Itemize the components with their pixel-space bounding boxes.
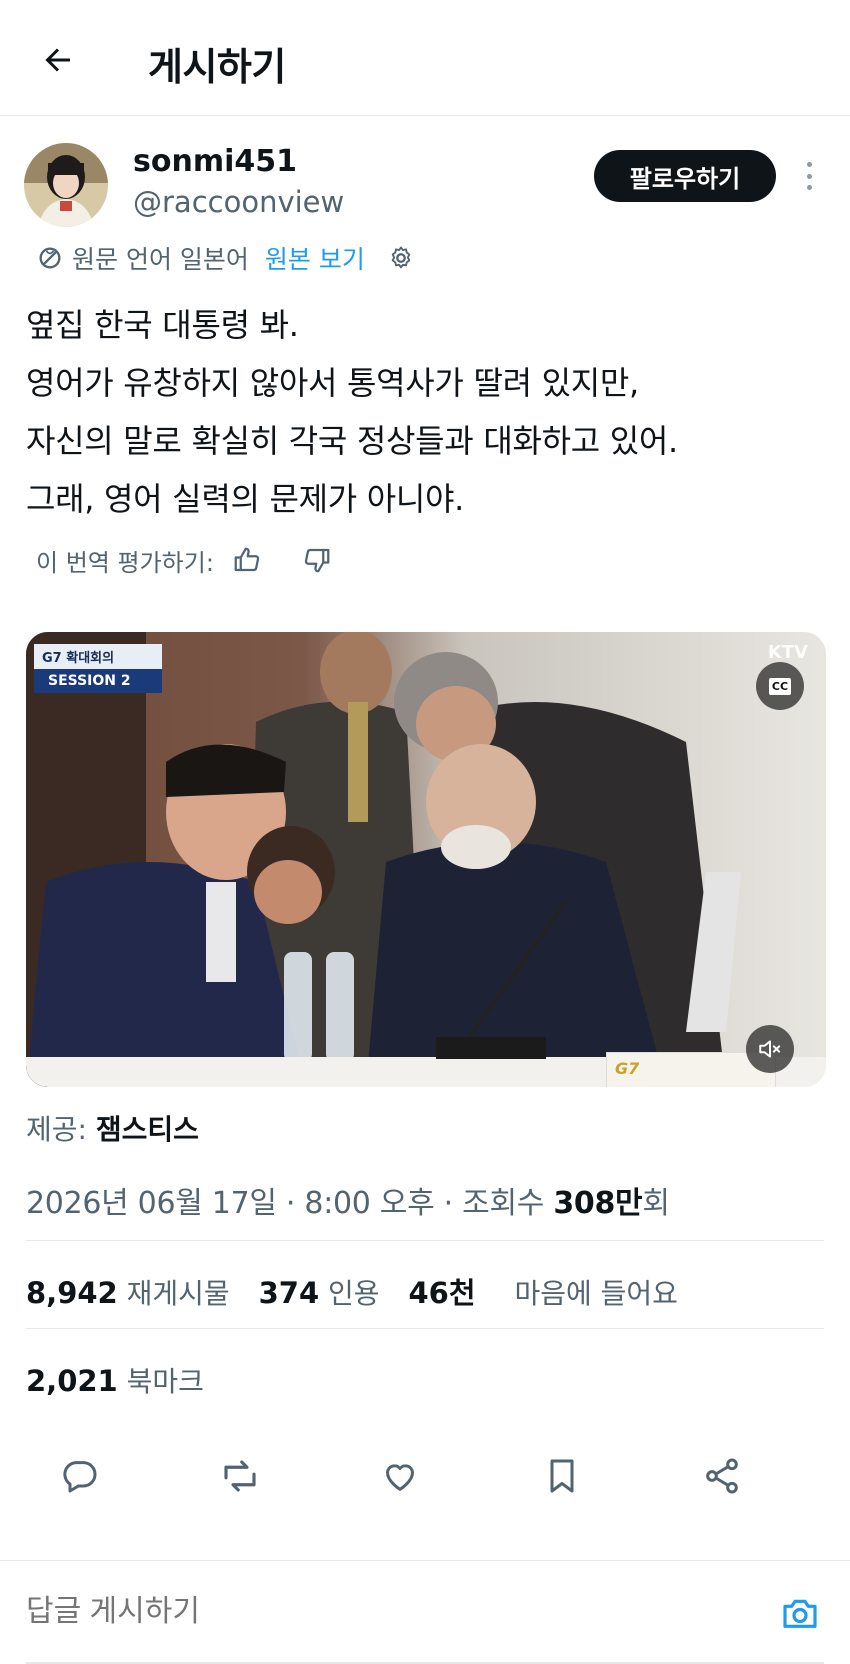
meta-separator: · [285, 1186, 305, 1221]
more-options-button[interactable] [797, 156, 821, 196]
likes-count: 46천 [408, 1276, 476, 1310]
thumbs-down-icon[interactable] [302, 545, 332, 575]
media-source: 제공: 잼스티스 [26, 1108, 199, 1148]
reply-icon [63, 1461, 97, 1493]
show-original-link[interactable]: 원본 보기 [265, 240, 365, 276]
tweet-line: 자신의 말로 확실히 각국 정상들과 대화하고 있어. [26, 422, 678, 460]
back-button[interactable] [36, 38, 80, 82]
heart-icon [386, 1464, 414, 1491]
post-meta: 2026년 06월 17일 · 8:00 오후 · 조회수 308만회 [26, 1178, 670, 1222]
quotes-stat[interactable]: 374 인용 [258, 1276, 389, 1310]
badge-line1: G7 확대회의 [34, 644, 162, 669]
bookmark-icon [550, 1459, 574, 1493]
captions-button[interactable]: CC [756, 662, 804, 710]
reply-button[interactable] [50, 1446, 110, 1506]
user-handle[interactable]: @raccoonview [133, 185, 344, 219]
reply-input[interactable] [26, 1595, 412, 1629]
rate-translation-label: 이 번역 평가하기: [36, 548, 214, 577]
repost-icon [224, 1460, 256, 1492]
avatar[interactable] [24, 143, 108, 227]
bookmarks-count: 2,021 [26, 1364, 118, 1398]
follow-button[interactable]: 팔로우하기 [594, 150, 776, 202]
reposts-stat[interactable]: 8,942 재게시물 [26, 1276, 239, 1310]
more-dot-icon [806, 185, 812, 190]
more-dot-icon [806, 162, 812, 167]
top-bar: 게시하기 [0, 0, 850, 116]
quotes-count: 374 [258, 1276, 320, 1310]
views-unit: 회 [642, 1186, 670, 1221]
translate-icon [36, 244, 64, 272]
translation-bar: 원문 언어 일본어 원본 보기 [36, 240, 415, 276]
source-name[interactable]: 잼스티스 [96, 1113, 199, 1146]
gear-icon[interactable] [387, 244, 415, 272]
rate-translation: 이 번역 평가하기: [36, 540, 332, 580]
share-button[interactable] [692, 1446, 752, 1506]
tweet-line: 옆집 한국 대통령 봐. [26, 306, 299, 344]
mute-button[interactable] [746, 1025, 794, 1073]
display-name[interactable]: sonmi451 [133, 144, 297, 179]
page-title: 게시하기 [148, 45, 286, 89]
tweet-text: 옆집 한국 대통령 봐. 영어가 유창하지 않아서 통역사가 딸려 있지만, 자… [26, 296, 816, 528]
repost-button[interactable] [210, 1446, 270, 1506]
channel-logo: KTV [767, 642, 808, 663]
views-label: 조회수 [462, 1186, 545, 1221]
tweet-line: 영어가 유창하지 않아서 통역사가 딸려 있지만, [26, 364, 639, 402]
thumbs-up-icon[interactable] [232, 545, 262, 575]
broadcast-badge: G7 확대회의 SESSION 2 [34, 644, 162, 693]
badge-line2: SESSION 2 [34, 669, 162, 693]
source-label: 제공: [26, 1113, 87, 1146]
bookmarks-stat[interactable]: 2,021 북마크 [26, 1360, 204, 1400]
arrow-left-icon [45, 48, 70, 72]
post-date[interactable]: 2026년 06월 17일 [26, 1186, 277, 1221]
camera-button[interactable] [776, 1589, 824, 1637]
views-count: 308만 [553, 1186, 643, 1221]
meta-separator: · [443, 1186, 463, 1221]
translation-note: 원문 언어 일본어 [72, 245, 249, 274]
reposts-count: 8,942 [26, 1276, 118, 1310]
share-icon [706, 1458, 738, 1494]
bookmark-button[interactable] [532, 1446, 592, 1506]
nameplate-logo: G7 [615, 1059, 640, 1078]
like-button[interactable] [370, 1446, 430, 1506]
divider [26, 1240, 824, 1241]
camera-icon [783, 1599, 817, 1628]
video-player[interactable]: G7 확대회의 SESSION 2 KTV CC G7 [26, 632, 826, 1087]
cc-icon: CC [768, 677, 792, 695]
video-frame [26, 632, 826, 1087]
divider [26, 1328, 824, 1329]
bookmarks-label: 북마크 [126, 1365, 204, 1398]
engagement-stats: 8,942 재게시물 374 인용 46천 마음에 들어요 [26, 1270, 698, 1312]
likes-label: 마음에 들어요 [514, 1277, 678, 1310]
speaker-muted-icon [759, 1040, 781, 1058]
tweet-line: 그래, 영어 실력의 문제가 아니야. [26, 480, 465, 518]
reposts-label: 재게시물 [126, 1277, 230, 1310]
more-dot-icon [806, 173, 812, 179]
reply-composer [0, 1560, 850, 1664]
likes-stat[interactable]: 46천 마음에 들어요 [408, 1276, 678, 1310]
quotes-label: 인용 [328, 1277, 380, 1310]
post-time[interactable]: 8:00 오후 [304, 1186, 434, 1221]
action-bar [0, 1446, 850, 1518]
